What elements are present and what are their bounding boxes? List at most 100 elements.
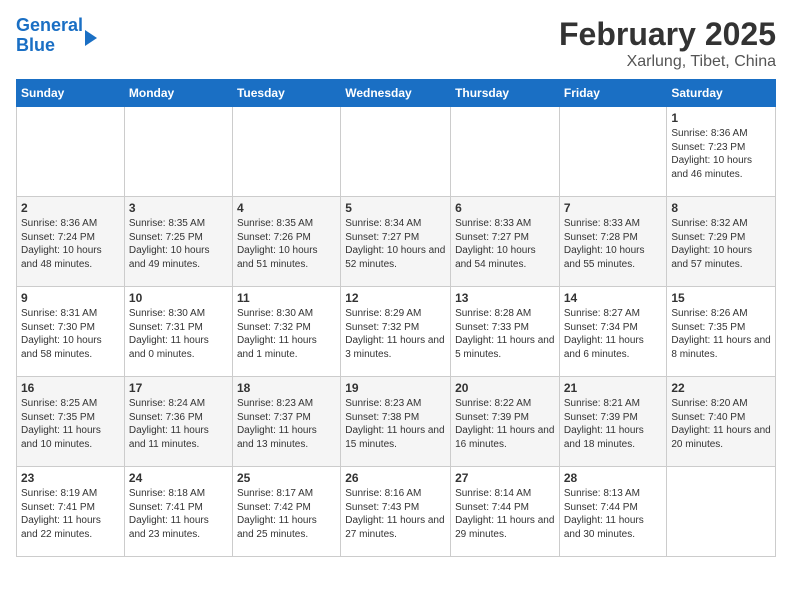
calendar-cell: 27Sunrise: 8:14 AM Sunset: 7:44 PM Dayli…	[451, 467, 560, 557]
day-number: 7	[564, 201, 663, 215]
calendar-table: SundayMondayTuesdayWednesdayThursdayFrid…	[16, 79, 776, 557]
calendar-cell: 25 Sunrise: 8:17 AM Sunset: 7:42 PM Dayli…	[232, 467, 340, 557]
weekday-header-wednesday: Wednesday	[341, 80, 451, 107]
weekday-header-monday: Monday	[124, 80, 232, 107]
day-number: 10	[129, 291, 228, 305]
day-info: Sunrise: 8:33 AM Sunset: 7:27 PM Dayligh…	[455, 217, 555, 271]
day-info: Sunrise: 8:24 AM Sunset: 7:36 PM Dayligh…	[129, 397, 228, 451]
day-info: Sunrise: 8:21 AM Sunset: 7:39 PM Dayligh…	[564, 397, 663, 451]
day-info: Sunrise: 8:23 AM Sunset: 7:38 PM Dayligh…	[345, 397, 446, 451]
day-number: 15	[671, 291, 771, 305]
day-info: Sunrise: 8:34 AM Sunset: 7:27 PM Dayligh…	[345, 217, 446, 271]
calendar-cell: 28 Sunrise: 8:13 AM Sunset: 7:44 PM Dayli…	[559, 467, 667, 557]
day-number: 2	[21, 201, 120, 215]
calendar-cell: 13Sunrise: 8:28 AM Sunset: 7:33 PM Dayli…	[451, 287, 560, 377]
calendar-cell: 9 Sunrise: 8:31 AM Sunset: 7:30 PM Daylig…	[17, 287, 125, 377]
day-info: Sunrise: 8:32 AM Sunset: 7:29 PM Dayligh…	[671, 217, 771, 271]
day-number: 11	[237, 291, 336, 305]
calendar-week-row: 9 Sunrise: 8:31 AM Sunset: 7:30 PM Daylig…	[17, 287, 776, 377]
day-number: 17	[129, 381, 228, 395]
day-info: Sunrise: 8:19 AM Sunset: 7:41 PM Dayligh…	[21, 487, 120, 541]
calendar-cell	[559, 107, 667, 197]
calendar-week-row: 16 Sunrise: 8:25 AM Sunset: 7:35 PM Dayli…	[17, 377, 776, 467]
logo-text: General Blue	[16, 16, 83, 56]
day-info: Sunrise: 8:36 AM Sunset: 7:24 PM Dayligh…	[21, 217, 120, 271]
calendar-week-row: 1Sunrise: 8:36 AM Sunset: 7:23 PM Daylig…	[17, 107, 776, 197]
day-info: Sunrise: 8:30 AM Sunset: 7:31 PM Dayligh…	[129, 307, 228, 361]
weekday-header-friday: Friday	[559, 80, 667, 107]
calendar-title: February 2025	[559, 16, 776, 53]
calendar-cell: 3Sunrise: 8:35 AM Sunset: 7:25 PM Daylig…	[124, 197, 232, 287]
calendar-cell: 10 Sunrise: 8:30 AM Sunset: 7:31 PM Dayli…	[124, 287, 232, 377]
weekday-header-tuesday: Tuesday	[232, 80, 340, 107]
day-info: Sunrise: 8:17 AM Sunset: 7:42 PM Dayligh…	[237, 487, 336, 541]
day-number: 25	[237, 471, 336, 485]
calendar-cell: 23 Sunrise: 8:19 AM Sunset: 7:41 PM Dayli…	[17, 467, 125, 557]
day-info: Sunrise: 8:16 AM Sunset: 7:43 PM Dayligh…	[345, 487, 446, 541]
calendar-subtitle: Xarlung, Tibet, China	[559, 53, 776, 71]
day-info: Sunrise: 8:35 AM Sunset: 7:26 PM Dayligh…	[237, 217, 336, 271]
day-info: Sunrise: 8:27 AM Sunset: 7:34 PM Dayligh…	[564, 307, 663, 361]
day-number: 16	[21, 381, 120, 395]
day-info: Sunrise: 8:36 AM Sunset: 7:23 PM Dayligh…	[671, 127, 771, 181]
calendar-cell: 15 Sunrise: 8:26 AM Sunset: 7:35 PM Dayli…	[667, 287, 776, 377]
day-number: 12	[345, 291, 446, 305]
day-info: Sunrise: 8:13 AM Sunset: 7:44 PM Dayligh…	[564, 487, 663, 541]
calendar-cell: 20Sunrise: 8:22 AM Sunset: 7:39 PM Dayli…	[451, 377, 560, 467]
day-number: 21	[564, 381, 663, 395]
logo-text-block: General Blue	[16, 16, 97, 56]
day-number: 19	[345, 381, 446, 395]
weekday-header-row: SundayMondayTuesdayWednesdayThursdayFrid…	[17, 80, 776, 107]
day-info: Sunrise: 8:35 AM Sunset: 7:25 PM Dayligh…	[129, 217, 228, 271]
weekday-header-thursday: Thursday	[451, 80, 560, 107]
day-number: 20	[455, 381, 555, 395]
calendar-cell: 1Sunrise: 8:36 AM Sunset: 7:23 PM Daylig…	[667, 107, 776, 197]
logo: General Blue	[16, 16, 97, 56]
day-info: Sunrise: 8:25 AM Sunset: 7:35 PM Dayligh…	[21, 397, 120, 451]
weekday-header-saturday: Saturday	[667, 80, 776, 107]
day-number: 18	[237, 381, 336, 395]
day-number: 24	[129, 471, 228, 485]
calendar-cell	[667, 467, 776, 557]
day-number: 22	[671, 381, 771, 395]
day-number: 14	[564, 291, 663, 305]
day-info: Sunrise: 8:18 AM Sunset: 7:41 PM Dayligh…	[129, 487, 228, 541]
day-info: Sunrise: 8:30 AM Sunset: 7:32 PM Dayligh…	[237, 307, 336, 361]
page-header: General Blue February 2025 Xarlung, Tibe…	[16, 16, 776, 71]
calendar-cell: 4Sunrise: 8:35 AM Sunset: 7:26 PM Daylig…	[232, 197, 340, 287]
day-info: Sunrise: 8:26 AM Sunset: 7:35 PM Dayligh…	[671, 307, 771, 361]
day-number: 9	[21, 291, 120, 305]
day-number: 23	[21, 471, 120, 485]
day-number: 27	[455, 471, 555, 485]
day-info: Sunrise: 8:23 AM Sunset: 7:37 PM Dayligh…	[237, 397, 336, 451]
day-number: 13	[455, 291, 555, 305]
calendar-cell: 24 Sunrise: 8:18 AM Sunset: 7:41 PM Dayli…	[124, 467, 232, 557]
day-number: 8	[671, 201, 771, 215]
calendar-cell: 11 Sunrise: 8:30 AM Sunset: 7:32 PM Dayli…	[232, 287, 340, 377]
calendar-cell: 8 Sunrise: 8:32 AM Sunset: 7:29 PM Daylig…	[667, 197, 776, 287]
calendar-cell: 19 Sunrise: 8:23 AM Sunset: 7:38 PM Dayli…	[341, 377, 451, 467]
calendar-cell	[451, 107, 560, 197]
calendar-cell	[17, 107, 125, 197]
day-number: 26	[345, 471, 446, 485]
day-info: Sunrise: 8:31 AM Sunset: 7:30 PM Dayligh…	[21, 307, 120, 361]
calendar-cell: 14 Sunrise: 8:27 AM Sunset: 7:34 PM Dayli…	[559, 287, 667, 377]
calendar-cell: 18 Sunrise: 8:23 AM Sunset: 7:37 PM Dayli…	[232, 377, 340, 467]
calendar-cell: 16 Sunrise: 8:25 AM Sunset: 7:35 PM Dayli…	[17, 377, 125, 467]
day-info: Sunrise: 8:33 AM Sunset: 7:28 PM Dayligh…	[564, 217, 663, 271]
calendar-cell	[232, 107, 340, 197]
calendar-cell: 2 Sunrise: 8:36 AM Sunset: 7:24 PM Daylig…	[17, 197, 125, 287]
calendar-cell	[124, 107, 232, 197]
day-info: Sunrise: 8:29 AM Sunset: 7:32 PM Dayligh…	[345, 307, 446, 361]
calendar-week-row: 2 Sunrise: 8:36 AM Sunset: 7:24 PM Daylig…	[17, 197, 776, 287]
day-number: 6	[455, 201, 555, 215]
calendar-week-row: 23 Sunrise: 8:19 AM Sunset: 7:41 PM Dayli…	[17, 467, 776, 557]
day-info: Sunrise: 8:20 AM Sunset: 7:40 PM Dayligh…	[671, 397, 771, 451]
calendar-cell: 7 Sunrise: 8:33 AM Sunset: 7:28 PM Daylig…	[559, 197, 667, 287]
calendar-cell: 22 Sunrise: 8:20 AM Sunset: 7:40 PM Dayli…	[667, 377, 776, 467]
weekday-header-sunday: Sunday	[17, 80, 125, 107]
logo-arrow-icon	[85, 30, 97, 46]
day-number: 28	[564, 471, 663, 485]
day-number: 5	[345, 201, 446, 215]
calendar-cell: 5 Sunrise: 8:34 AM Sunset: 7:27 PM Daylig…	[341, 197, 451, 287]
